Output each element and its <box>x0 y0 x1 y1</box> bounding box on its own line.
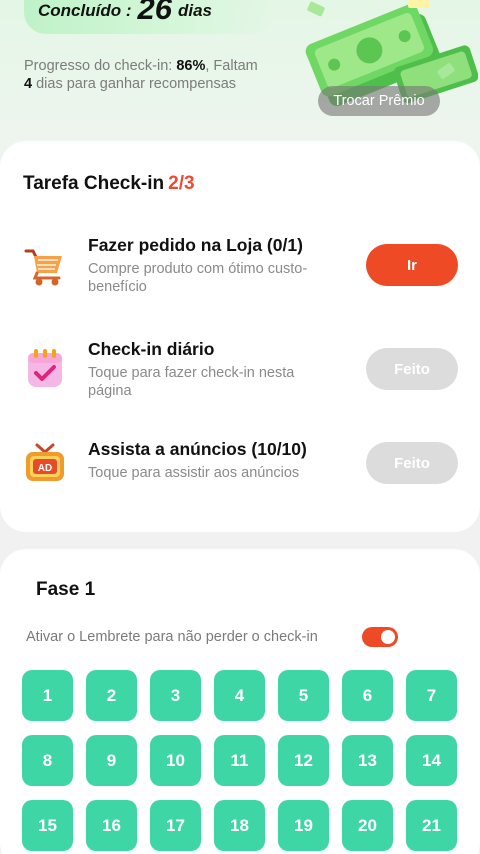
day-tile[interactable]: 13 <box>342 735 393 786</box>
phase-card: Fase 1 Ativar o Lembrete para não perder… <box>0 549 480 854</box>
shopping-cart-icon <box>24 249 62 286</box>
reminder-text: Ativar o Lembrete para não perder o chec… <box>26 629 318 645</box>
day-tile[interactable]: 7 <box>406 670 457 721</box>
task-done-button[interactable]: Feito <box>366 442 458 484</box>
day-tile[interactable]: 8 <box>22 735 73 786</box>
day-tile[interactable]: 17 <box>150 800 201 851</box>
task-row-watch-ads: AD Assista a anúncios (10/10) Toque para… <box>0 439 480 519</box>
day-tile[interactable]: 20 <box>342 800 393 851</box>
completed-badge: Concluído : 26 dias <box>24 0 274 34</box>
day-tile[interactable]: 16 <box>86 800 137 851</box>
day-tile[interactable]: 10 <box>150 735 201 786</box>
day-tile[interactable]: 9 <box>86 735 137 786</box>
day-tile[interactable]: 15 <box>22 800 73 851</box>
completed-unit: dias <box>177 1 212 20</box>
completed-days: 26 <box>137 0 172 26</box>
remaining-prefix: Faltam <box>213 58 258 74</box>
task-name: Assista a anúncios (10/10) <box>88 439 307 459</box>
day-tile[interactable]: 3 <box>150 670 201 721</box>
day-tile[interactable]: 14 <box>406 735 457 786</box>
task-count: 2/3 <box>168 173 195 194</box>
task-title-label: Tarefa Check-in <box>23 173 165 194</box>
progress-value: 86% <box>176 58 206 74</box>
task-name: Check-in diário <box>88 339 215 359</box>
task-name: Fazer pedido na Loja (0/1) <box>88 235 303 255</box>
day-tile[interactable]: 11 <box>214 735 265 786</box>
checkin-page: Concluído : 26 dias Progresso do check-i… <box>0 0 480 854</box>
task-row-order: Fazer pedido na Loja (0/1) Compre produt… <box>0 235 480 315</box>
redeem-prize-button[interactable]: Trocar Prêmio <box>318 86 440 116</box>
task-go-button[interactable]: Ir <box>366 244 458 286</box>
reminder-toggle[interactable] <box>362 627 398 647</box>
task-card: Tarefa Check-in 2/3 Fazer pedido na Loja … <box>0 141 480 532</box>
tv-ad-icon: AD <box>26 443 64 481</box>
checkin-header: Concluído : 26 dias Progresso do check-i… <box>0 0 480 150</box>
day-tile[interactable]: 18 <box>214 800 265 851</box>
svg-text:AD: AD <box>38 463 52 474</box>
day-tile[interactable]: 5 <box>278 670 329 721</box>
task-description: Compre produto com ótimo custo-benefício <box>88 261 308 295</box>
task-description: Toque para fazer check-in nesta página <box>88 365 295 399</box>
toggle-knob <box>381 630 395 644</box>
day-tile[interactable]: 2 <box>86 670 137 721</box>
progress-label: Progresso do check-in: <box>24 58 177 74</box>
day-tile[interactable]: 21 <box>406 800 457 851</box>
task-card-title: Tarefa Check-in 2/3 <box>23 173 195 195</box>
completed-label: Concluído : <box>38 1 132 20</box>
day-tile[interactable]: 1 <box>22 670 73 721</box>
phase-title: Fase 1 <box>36 579 96 600</box>
task-row-daily-checkin: Check-in diário Toque para fazer check-i… <box>0 339 480 419</box>
day-tile[interactable]: 12 <box>278 735 329 786</box>
remaining-suffix: dias para ganhar recompensas <box>32 76 237 92</box>
progress-text: Progresso do check-in: 86%, Faltam 4 dia… <box>24 58 258 92</box>
day-tile[interactable]: 19 <box>278 800 329 851</box>
day-tile[interactable]: 6 <box>342 670 393 721</box>
calendar-check-icon <box>28 349 62 387</box>
task-done-button[interactable]: Feito <box>366 348 458 390</box>
remaining-days: 4 <box>24 76 33 92</box>
day-tile[interactable]: 4 <box>214 670 265 721</box>
task-description: Toque para assistir aos anúncios <box>88 465 300 481</box>
days-grid: 1 2 3 4 5 6 7 8 9 10 11 12 13 14 15 16 1… <box>22 670 457 851</box>
